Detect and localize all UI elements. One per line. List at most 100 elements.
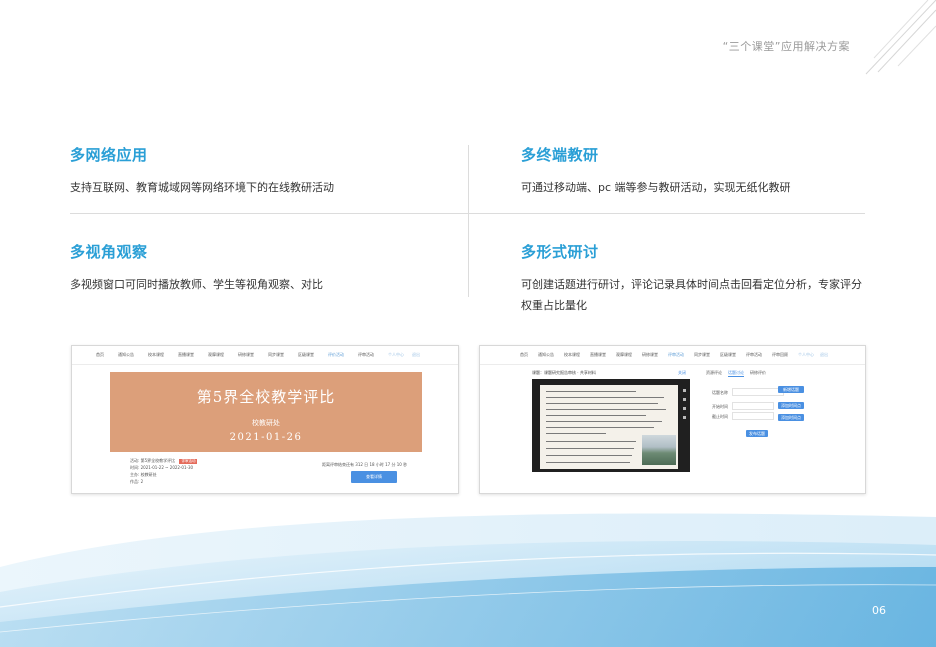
text-line	[546, 415, 646, 416]
feature-multi-network: 多网络应用 支持互联网、教育城域网等网络环境下的在线教研活动	[70, 144, 420, 198]
feature-multi-view: 多视角观察 多视频窗口可同时播放教师、学生等视角观察、对比	[70, 241, 420, 295]
document-page	[540, 385, 678, 469]
info-organizer: 主办: 校教研处	[130, 472, 157, 478]
feature-multi-form: 多形式研讨 可创建话题进行研讨，评论记录具体时间点击回看定位分析，专家评分权重占…	[521, 241, 871, 316]
nav-item[interactable]: 校本课程	[564, 352, 580, 358]
nav-item[interactable]: 校本课程	[148, 352, 164, 358]
close-link[interactable]: 关闭	[678, 370, 686, 376]
tab-evaluation[interactable]: 研修评价	[750, 370, 766, 376]
tab-topic-discussion[interactable]: 话题讨论	[728, 370, 744, 377]
text-line	[546, 455, 632, 456]
info-label: 主办:	[130, 472, 140, 477]
nav-item[interactable]: 首页	[96, 352, 104, 358]
banner-subtitle: 校教研处	[252, 419, 280, 427]
breadcrumb: 课题：课题研究报告审核 · 共享材料	[532, 370, 596, 375]
info-activity: 活动: 第5界全校教学评比 评审活动	[130, 458, 198, 464]
nav-item[interactable]: 观摩课程	[616, 352, 632, 358]
status-badge: 评审活动	[179, 459, 198, 464]
nav-item[interactable]: 同步课堂	[268, 352, 284, 358]
feature-desc: 支持互联网、教育城域网等网络环境下的在线教研活动	[70, 181, 334, 194]
screenshot-topic-discussion: 首页 通知公告 校本课程 直播课堂 观摩课程 研修课堂 评审活动 同步课堂 区级…	[479, 345, 866, 494]
feature-title: 多形式研讨	[521, 243, 599, 261]
text-line	[546, 441, 636, 442]
tool-icon[interactable]	[683, 389, 686, 392]
add-timepoint-button[interactable]: 添加时间点	[778, 414, 804, 421]
countdown-text: 距离评审结束还有 312 日 18 小时 17 分 10 秒	[322, 462, 408, 467]
nav-item[interactable]: 同步课堂	[694, 352, 710, 358]
text-line	[546, 433, 606, 434]
banner-date: 2021-01-26	[229, 432, 303, 443]
nav-item[interactable]: 研修课堂	[238, 352, 254, 358]
text-line	[546, 391, 636, 392]
banner-title: 第5界全校教学评比	[196, 388, 336, 406]
feature-desc: 可通过移动端、pc 端等参与教研活动，实现无纸化教研	[521, 181, 791, 194]
add-timepoint-button[interactable]: 添加时间点	[778, 402, 804, 409]
nav-item-logout[interactable]: 退出	[412, 352, 420, 358]
nav-item[interactable]: 研修课堂	[642, 352, 658, 358]
tool-icon[interactable]	[683, 416, 686, 419]
info-works: 作品: 2	[130, 479, 143, 485]
horizontal-divider-right	[470, 213, 865, 214]
nav-item-active[interactable]: 评价活动	[328, 352, 344, 358]
nav-item-logout[interactable]: 退出	[820, 352, 828, 358]
tool-icon[interactable]	[683, 398, 686, 401]
nav-item[interactable]: 通知公告	[118, 352, 134, 358]
text-line	[546, 403, 658, 404]
info-label: 时间:	[130, 465, 140, 470]
nav-item[interactable]: 直播课堂	[590, 352, 606, 358]
feature-title: 多视角观察	[70, 243, 148, 261]
end-time-input[interactable]	[732, 412, 774, 420]
text-line	[546, 448, 634, 449]
add-topic-button[interactable]: 新增话题	[778, 386, 804, 393]
horizontal-divider-left	[70, 213, 470, 214]
feature-desc: 可创建话题进行研讨，评论记录具体时间点击回看定位分析，专家评分权重占比量化	[521, 278, 862, 312]
text-line	[546, 427, 654, 428]
nav-item[interactable]: 观摩课程	[208, 352, 224, 358]
site-navbar: 首页 通知公告 校本课程 直播课堂 观摩课程 研修课堂 同步课堂 区级课堂 评价…	[72, 346, 458, 365]
info-label: 作品:	[130, 479, 140, 484]
info-value: 2	[140, 479, 144, 484]
field-label-topic: 话题名称	[712, 390, 728, 395]
info-value: 第5界全校教学评比	[140, 458, 176, 463]
nav-item[interactable]: 评审活动	[746, 352, 762, 358]
info-value: 校教研处	[140, 472, 157, 477]
feature-multi-terminal: 多终端教研 可通过移动端、pc 端等参与教研活动，实现无纸化教研	[521, 144, 871, 198]
nav-item[interactable]: 直播课堂	[178, 352, 194, 358]
feature-title: 多终端教研	[521, 146, 599, 164]
activity-banner: 第5界全校教学评比 校教研处 2021-01-26	[110, 372, 422, 452]
decorative-waves	[0, 513, 936, 647]
feature-desc: 多视频窗口可同时播放教师、学生等视角观察、对比	[70, 278, 323, 291]
nav-item[interactable]: 评审活动	[358, 352, 374, 358]
info-value: 2021-01-22 ~ 2022-01-30	[140, 465, 194, 470]
page-number: 06	[872, 604, 886, 617]
viewer-toolbar	[683, 389, 686, 449]
nav-item-user[interactable]: 个人中心	[388, 352, 404, 358]
field-label-start: 开始时间	[712, 404, 728, 409]
text-line	[546, 397, 664, 398]
topic-name-input[interactable]	[732, 388, 784, 396]
page-header-title: “三个课堂”应用解决方案	[722, 40, 850, 53]
publish-topic-button[interactable]: 发布话题	[746, 430, 768, 437]
start-time-input[interactable]	[732, 402, 774, 410]
nav-item[interactable]: 区级课堂	[298, 352, 314, 358]
building-photo	[642, 435, 676, 465]
text-line	[546, 421, 662, 422]
tool-icon[interactable]	[683, 407, 686, 410]
nav-item[interactable]: 通知公告	[538, 352, 554, 358]
nav-item[interactable]: 区级课堂	[720, 352, 736, 358]
info-time: 时间: 2021-01-22 ~ 2022-01-30	[130, 465, 193, 471]
nav-item[interactable]: 评审回顾	[772, 352, 788, 358]
site-navbar: 首页 通知公告 校本课程 直播课堂 观摩课程 研修课堂 评审活动 同步课堂 区级…	[480, 346, 865, 365]
feature-title: 多网络应用	[70, 146, 148, 164]
view-details-button[interactable]: 查看详情	[351, 471, 397, 483]
info-label: 活动:	[130, 458, 140, 463]
tab-resource-comments[interactable]: 资源评论	[706, 370, 722, 376]
nav-item[interactable]: 首页	[520, 352, 528, 358]
text-line	[546, 462, 630, 463]
material-viewer	[532, 379, 690, 472]
text-line	[546, 409, 666, 410]
field-label-end: 截止时间	[712, 414, 728, 419]
vertical-divider	[468, 145, 469, 297]
nav-item-active[interactable]: 评审活动	[668, 352, 684, 358]
nav-item-user[interactable]: 个人中心	[798, 352, 814, 358]
